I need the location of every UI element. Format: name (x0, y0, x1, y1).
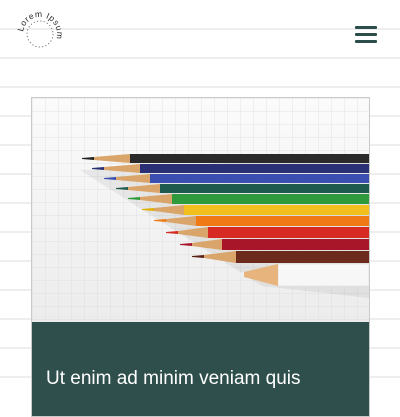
card-image (32, 98, 369, 322)
site-header: Lorem Ipsum (0, 0, 400, 68)
card-title[interactable]: Ut enim ad minim veniam quis (46, 368, 300, 390)
background-line (0, 86, 400, 88)
pencil-orange (154, 216, 369, 226)
menu-icon-bar (355, 33, 377, 36)
pencil-teal (116, 184, 369, 193)
card-footer: Ut enim ad minim veniam quis (32, 322, 369, 416)
logo-link[interactable]: Lorem Ipsum (14, 8, 66, 60)
pencil-blue (104, 174, 369, 183)
pencil-black (82, 154, 369, 163)
menu-icon-bar (355, 40, 377, 43)
menu-button[interactable] (350, 20, 382, 48)
logo-icon: Lorem Ipsum (15, 9, 65, 48)
logo-text: Lorem Ipsum (15, 9, 64, 40)
pencil-red (166, 227, 369, 238)
pencil-green (128, 194, 369, 204)
content-card[interactable]: Ut enim ad minim veniam quis (31, 97, 370, 417)
pencils-image (32, 98, 369, 322)
pencil-navy (92, 164, 369, 173)
menu-icon-bar (355, 26, 377, 29)
pencil-yellow (142, 205, 369, 215)
svg-text:Lorem Ipsum: Lorem Ipsum (15, 9, 65, 40)
